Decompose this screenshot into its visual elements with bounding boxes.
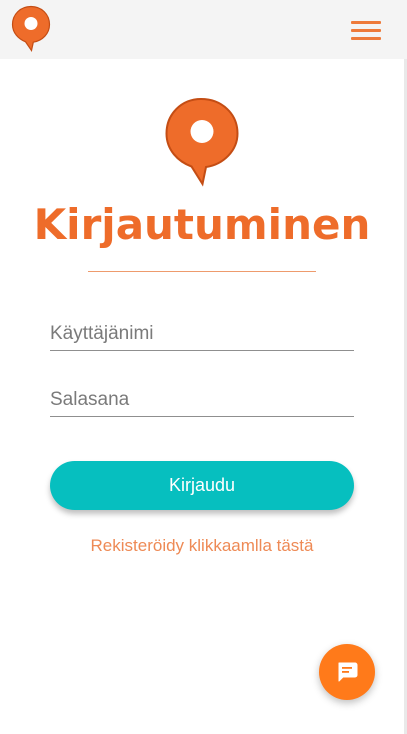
chat-button[interactable] [319,644,375,700]
location-pin-icon[interactable] [11,5,51,53]
chat-bubble-icon [338,662,358,682]
password-input[interactable] [50,383,354,417]
top-bar [0,0,407,59]
register-link[interactable]: Rekisteröidy klikkaamlla tästä [0,536,404,556]
menu-line [351,21,381,24]
menu-line [351,29,381,32]
username-input[interactable] [50,317,354,351]
page-title: Kirjautuminen [33,200,371,249]
menu-line [351,37,381,40]
location-pin-icon [165,97,239,187]
hamburger-menu-icon[interactable] [349,20,383,42]
login-button[interactable]: Kirjaudu [50,461,354,510]
title-divider [88,271,316,272]
